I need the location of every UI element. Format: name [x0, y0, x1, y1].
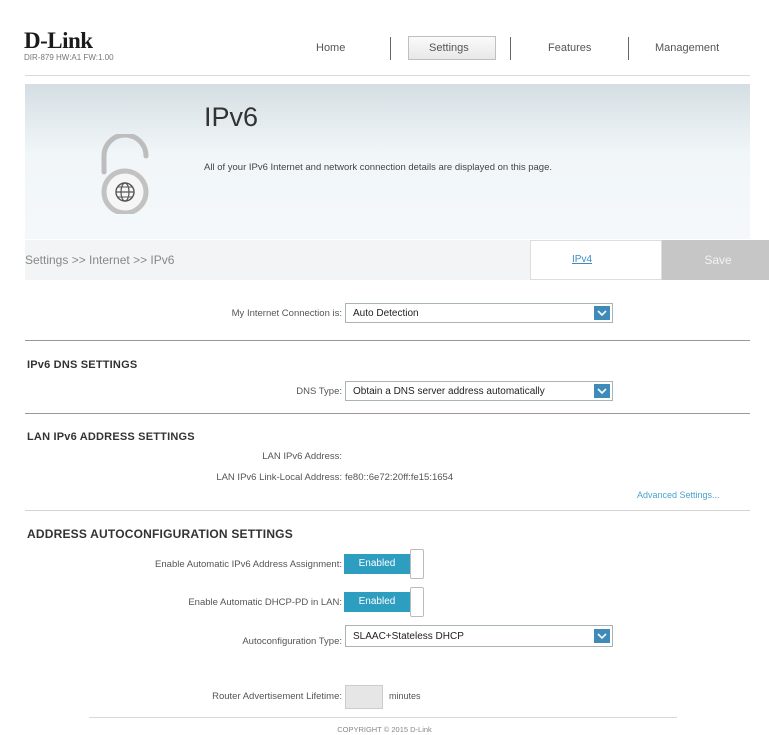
- dns-section-title: IPv6 DNS SETTINGS: [27, 359, 138, 371]
- dns-type-label: DNS Type:: [296, 386, 342, 397]
- page-title: IPv6: [204, 102, 259, 132]
- ra-lifetime-input[interactable]: [345, 685, 383, 709]
- breadcrumb-bar: Settings >> Internet >> IPv6 IPv4 Save: [25, 240, 769, 280]
- toggle-knob: [410, 587, 424, 617]
- copyright: COPYRIGHT © 2015 D-Link: [337, 725, 432, 734]
- nav-management[interactable]: Management: [655, 38, 719, 58]
- nav-home[interactable]: Home: [316, 38, 345, 58]
- chevron-down-icon: [594, 629, 610, 643]
- breadcrumb: Settings >> Internet >> IPv6: [25, 253, 175, 267]
- ra-lifetime-label: Router Advertisement Lifetime:: [212, 691, 342, 702]
- nav-separator: [628, 37, 629, 60]
- lan-address-label: LAN IPv6 Address:: [262, 451, 342, 462]
- save-button[interactable]: Save: [662, 240, 769, 280]
- autoconfig-section-title: ADDRESS AUTOCONFIGURATION SETTINGS: [27, 527, 293, 541]
- autoconfig-type-label: Autoconfiguration Type:: [242, 636, 342, 647]
- auto-assign-state: Enabled: [344, 554, 410, 574]
- globe-lock-icon: [88, 132, 163, 219]
- link-local-value: fe80::6e72:20ff:fe15:1654: [345, 472, 454, 483]
- dhcp-pd-state: Enabled: [344, 592, 410, 612]
- advanced-settings-link[interactable]: Advanced Settings...: [637, 490, 720, 500]
- dhcp-pd-toggle[interactable]: Enabled: [344, 587, 424, 617]
- nav-separator: [510, 37, 511, 60]
- chevron-down-icon: [594, 306, 610, 320]
- page-description: All of your IPv6 Internet and network co…: [204, 162, 553, 173]
- dhcp-pd-label: Enable Automatic DHCP-PD in LAN:: [188, 597, 342, 608]
- toggle-knob: [410, 549, 424, 579]
- connection-type-select[interactable]: Auto Detection: [345, 303, 613, 323]
- autoconfig-type-value: SLAAC+Stateless DHCP: [353, 631, 464, 642]
- dns-type-select[interactable]: Obtain a DNS server address automaticall…: [345, 381, 613, 401]
- autoconfig-type-select[interactable]: SLAAC+Stateless DHCP: [345, 625, 613, 647]
- lan-section-title: LAN IPv6 ADDRESS SETTINGS: [27, 431, 195, 443]
- top-nav: Home Settings Features Management: [0, 36, 769, 60]
- ipv4-tab: IPv4: [530, 240, 662, 280]
- connection-type-value: Auto Detection: [353, 308, 419, 319]
- section-divider: [25, 340, 750, 341]
- link-local-label: LAN IPv6 Link-Local Address:: [216, 472, 342, 483]
- page-banner: IPv6 All of your IPv6 Internet and netwo…: [25, 84, 750, 239]
- nav-settings[interactable]: Settings: [429, 38, 469, 58]
- nav-separator: [390, 37, 391, 60]
- auto-assign-toggle[interactable]: Enabled: [344, 549, 424, 579]
- nav-features[interactable]: Features: [548, 38, 591, 58]
- connection-label: My Internet Connection is:: [231, 308, 342, 319]
- dns-type-value: Obtain a DNS server address automaticall…: [353, 386, 545, 397]
- header-divider: [25, 75, 750, 76]
- chevron-down-icon: [594, 384, 610, 398]
- ipv4-link[interactable]: IPv4: [572, 254, 592, 265]
- footer-divider: [89, 717, 677, 718]
- section-divider: [25, 413, 750, 414]
- auto-assign-label: Enable Automatic IPv6 Address Assignment…: [155, 559, 342, 570]
- ra-lifetime-unit: minutes: [389, 691, 421, 701]
- section-divider: [25, 510, 750, 511]
